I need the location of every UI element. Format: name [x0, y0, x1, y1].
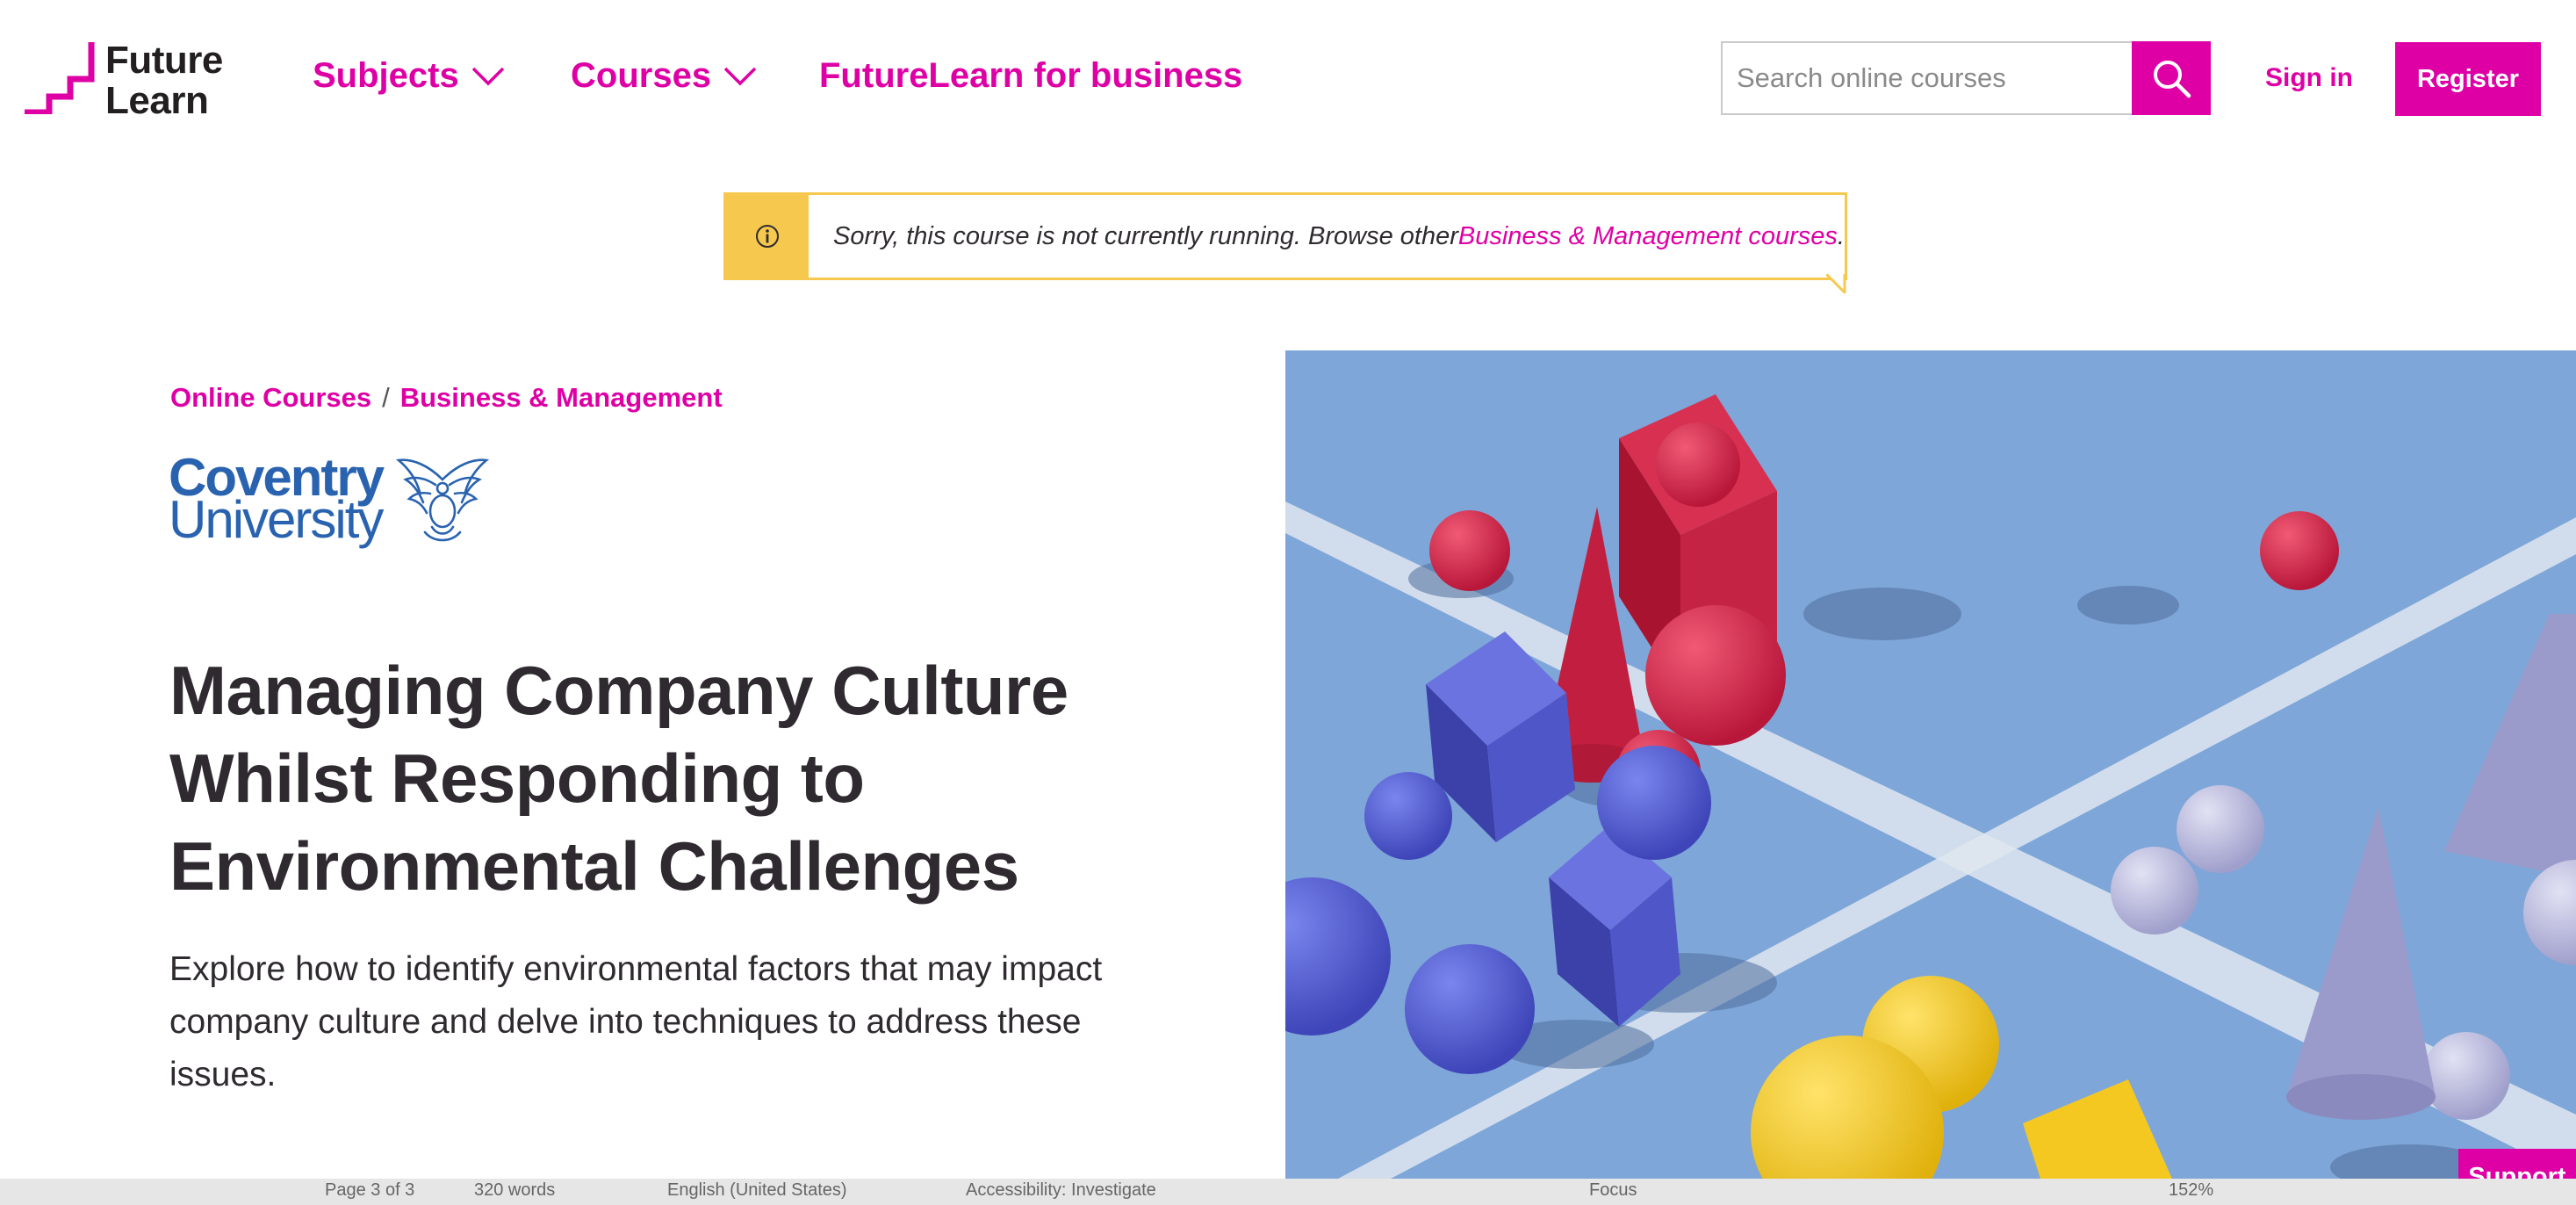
geometric-shapes-illustration: [1285, 350, 2576, 1179]
register-button[interactable]: Register: [2395, 42, 2541, 116]
info-icon: [726, 195, 809, 278]
breadcrumb-online-courses[interactable]: Online Courses: [170, 382, 371, 413]
status-bar: Page 3 of 3 320 words English (United St…: [0, 1179, 2576, 1205]
search-button[interactable]: [2132, 41, 2211, 115]
logo-line1: Future: [105, 39, 223, 82]
page: Future Learn Subjects Courses FutureLear…: [0, 0, 2576, 1179]
nav-futurelearn-for-business[interactable]: FutureLearn for business: [819, 56, 1242, 96]
chevron-down-icon: [723, 67, 757, 85]
university-name-line2: University: [169, 490, 384, 549]
course-hero-image: [1285, 350, 2576, 1179]
breadcrumb-business-management[interactable]: Business & Management: [400, 382, 723, 413]
search-input[interactable]: [1721, 41, 2133, 115]
status-language: English (United States): [667, 1180, 847, 1200]
course-description: Explore how to identify environmental fa…: [169, 950, 1103, 1093]
sign-in-link[interactable]: Sign in: [2265, 63, 2353, 93]
search-form: [1721, 41, 2211, 115]
notice-tail: [1826, 274, 1846, 293]
chevron-down-icon: [471, 67, 504, 85]
nav-business-label: FutureLearn for business: [819, 56, 1243, 95]
nav-courses-label: Courses: [571, 56, 712, 95]
support-button[interactable]: Support: [2458, 1149, 2576, 1179]
nav-subjects[interactable]: Subjects: [313, 56, 505, 96]
status-focus: Focus: [1589, 1180, 1637, 1200]
search-icon: [2154, 61, 2191, 98]
notice-suffix: .: [1837, 221, 1845, 250]
status-page: Page 3 of 3: [325, 1180, 415, 1200]
course-not-running-notice: Sorry, this course is not currently runn…: [723, 192, 1847, 293]
phoenix-icon: [395, 458, 490, 542]
status-words: 320 words: [474, 1180, 556, 1200]
nav-subjects-label: Subjects: [313, 56, 459, 95]
course-title: Managing Company Culture Whilst Respondi…: [169, 652, 1069, 905]
notice-text: Sorry, this course is not currently runn…: [833, 221, 1458, 250]
nav-courses[interactable]: Courses: [571, 56, 757, 96]
futurelearn-logo[interactable]: Future Learn: [23, 40, 223, 121]
logo-line2: Learn: [105, 79, 209, 122]
stairs-logo-icon: [25, 42, 95, 114]
status-accessibility: Accessibility: Investigate: [966, 1180, 1156, 1200]
status-zoom: 152%: [2169, 1180, 2214, 1200]
breadcrumb: Online Courses / Business & Management: [170, 382, 723, 414]
coventry-university-logo[interactable]: Coventry University: [169, 451, 490, 549]
business-management-courses-link[interactable]: Business & Management courses: [1458, 222, 1838, 251]
breadcrumb-separator: /: [382, 382, 390, 413]
